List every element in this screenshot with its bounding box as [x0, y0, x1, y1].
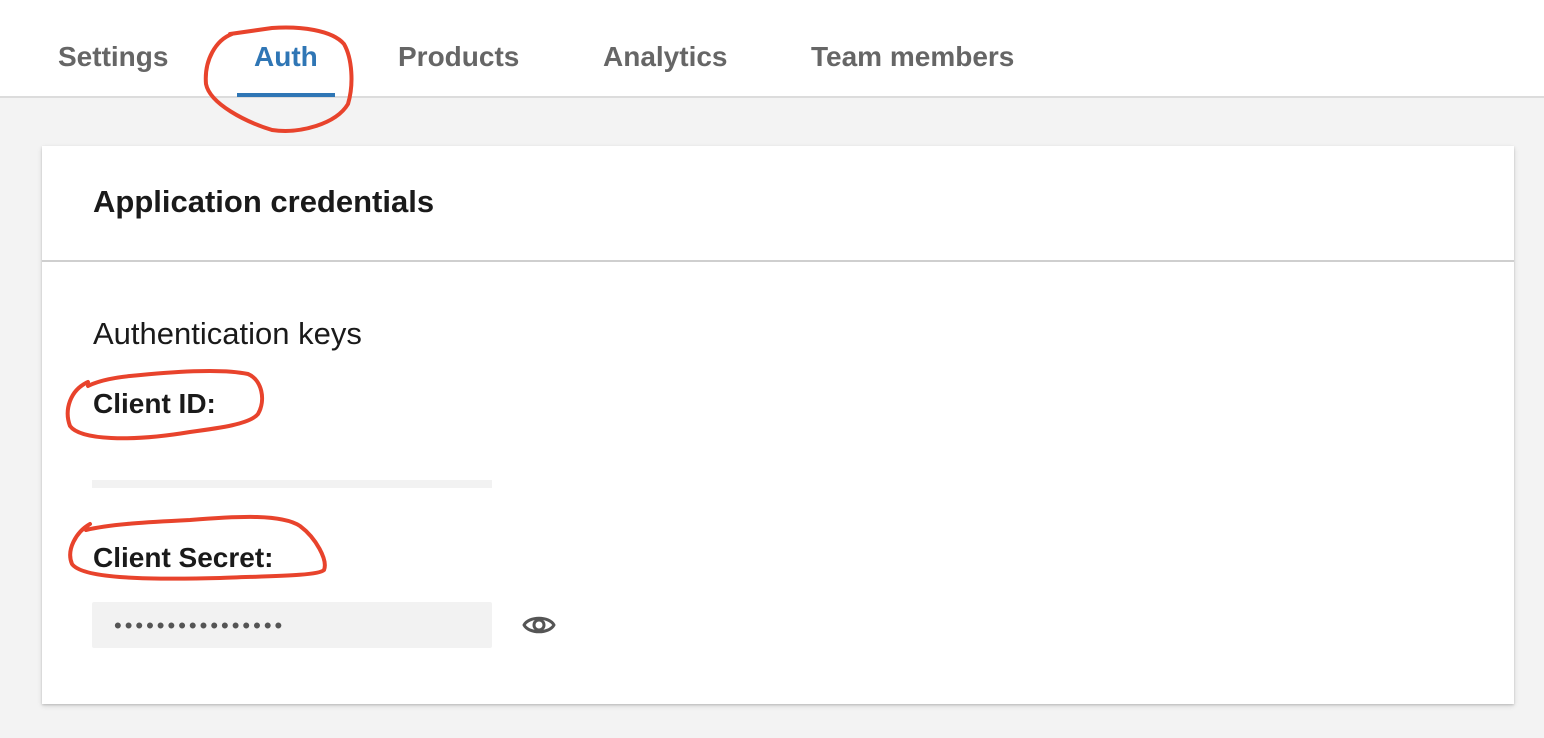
tab-label: Auth [254, 41, 318, 72]
tab-auth[interactable]: Auth [237, 36, 335, 97]
page: Settings Auth Products Analytics Team me… [0, 0, 1544, 738]
tab-products[interactable]: Products [398, 36, 519, 96]
client-secret-label: Client Secret: [93, 542, 274, 573]
tab-label: Products [398, 41, 520, 72]
client-id-field[interactable] [92, 480, 492, 488]
eye-icon [522, 616, 556, 634]
tab-label: Analytics [603, 41, 728, 72]
client-secret-field[interactable]: •••••••••••••••• [92, 602, 492, 648]
card-header: Application credentials [42, 146, 1514, 262]
active-tab-indicator [237, 93, 335, 97]
section-title: Authentication keys [93, 316, 362, 351]
reveal-secret-button[interactable] [520, 608, 558, 642]
tab-analytics[interactable]: Analytics [603, 36, 728, 96]
credentials-card: Application credentials Authentication k… [42, 146, 1514, 704]
client-id-label: Client ID: [93, 388, 216, 419]
tab-settings[interactable]: Settings [58, 36, 168, 96]
tab-label: Settings [58, 41, 169, 72]
tab-team-members[interactable]: Team members [811, 36, 1014, 96]
card-title: Application credentials [93, 184, 435, 219]
tab-bar: Settings Auth Products Analytics Team me… [0, 0, 1544, 98]
tab-label: Team members [811, 41, 1015, 72]
